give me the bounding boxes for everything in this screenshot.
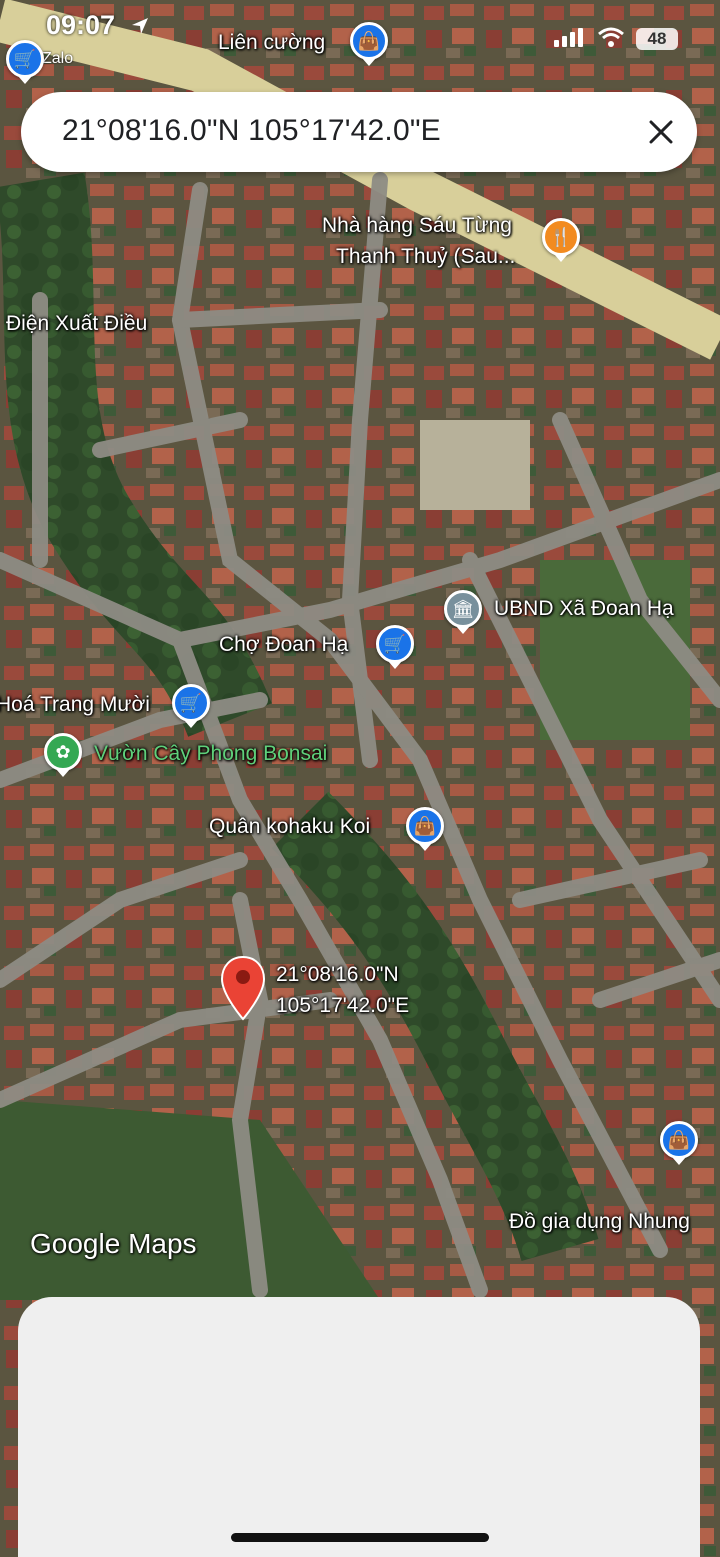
flower-icon[interactable]: ✿	[44, 733, 82, 771]
place-label-do-gia-dung[interactable]: Đồ gia dụng Nhung	[509, 1209, 690, 1235]
place-label-quan-kohaku[interactable]: Quân kohaku Koi	[209, 814, 370, 840]
close-icon[interactable]	[639, 110, 683, 154]
cart-icon[interactable]: 🛒	[6, 40, 44, 78]
home-indicator[interactable]	[231, 1533, 489, 1542]
cellular-signal-icon	[554, 28, 583, 47]
search-query-text[interactable]: 21°08'16.0"N 105°17'42.0"E	[62, 114, 441, 148]
dropped-pin-marker[interactable]	[220, 955, 266, 1026]
location-pin-icon	[220, 955, 266, 1021]
government-icon[interactable]: 🏛	[444, 590, 482, 628]
search-bar[interactable]: 21°08'16.0"N 105°17'42.0"E	[21, 92, 697, 172]
bottom-sheet[interactable]	[18, 1297, 700, 1557]
battery-indicator: 48	[636, 28, 678, 50]
place-label-vuon-cay[interactable]: Vườn Cây Phong Bonsai	[94, 741, 327, 767]
location-arrow-icon	[132, 18, 148, 34]
place-label-dien-xuat-dieu[interactable]: Điện Xuất Điều	[6, 311, 147, 337]
place-label-ubnd[interactable]: UBND Xã Đoan Hạ	[494, 596, 674, 622]
status-time: 09:07	[46, 10, 116, 40]
wifi-icon	[598, 27, 624, 47]
marker-coord-lng: 105°17'42.0"E	[276, 994, 410, 1017]
shopping-bag-icon[interactable]: 👜	[406, 807, 444, 845]
place-label-nha-hang[interactable]: Nhà hàng Sáu Từng	[322, 213, 512, 239]
shopping-bag-icon[interactable]: 👜	[350, 22, 388, 60]
place-label-nha-hang-line2[interactable]: Thanh Thuỷ (Sau...	[336, 244, 515, 270]
place-label-hoa-trang-muoi[interactable]: Hoá Trang Mười	[0, 692, 150, 718]
restaurant-icon[interactable]: 🍴	[542, 218, 580, 256]
cart-icon[interactable]: 🛒	[172, 684, 210, 722]
marker-coord-lat: 21°08'16.0"N	[276, 963, 399, 986]
place-label-cho-doan-ha[interactable]: Chợ Đoan Hạ	[219, 632, 348, 658]
place-label-lien-cuong[interactable]: Liên cường	[218, 30, 325, 56]
google-maps-logo: Google Maps	[30, 1228, 197, 1259]
back-to-app-label[interactable]: Zalo	[42, 50, 73, 68]
cart-icon[interactable]: 🛒	[376, 625, 414, 663]
shopping-bag-icon[interactable]: 👜	[660, 1121, 698, 1159]
